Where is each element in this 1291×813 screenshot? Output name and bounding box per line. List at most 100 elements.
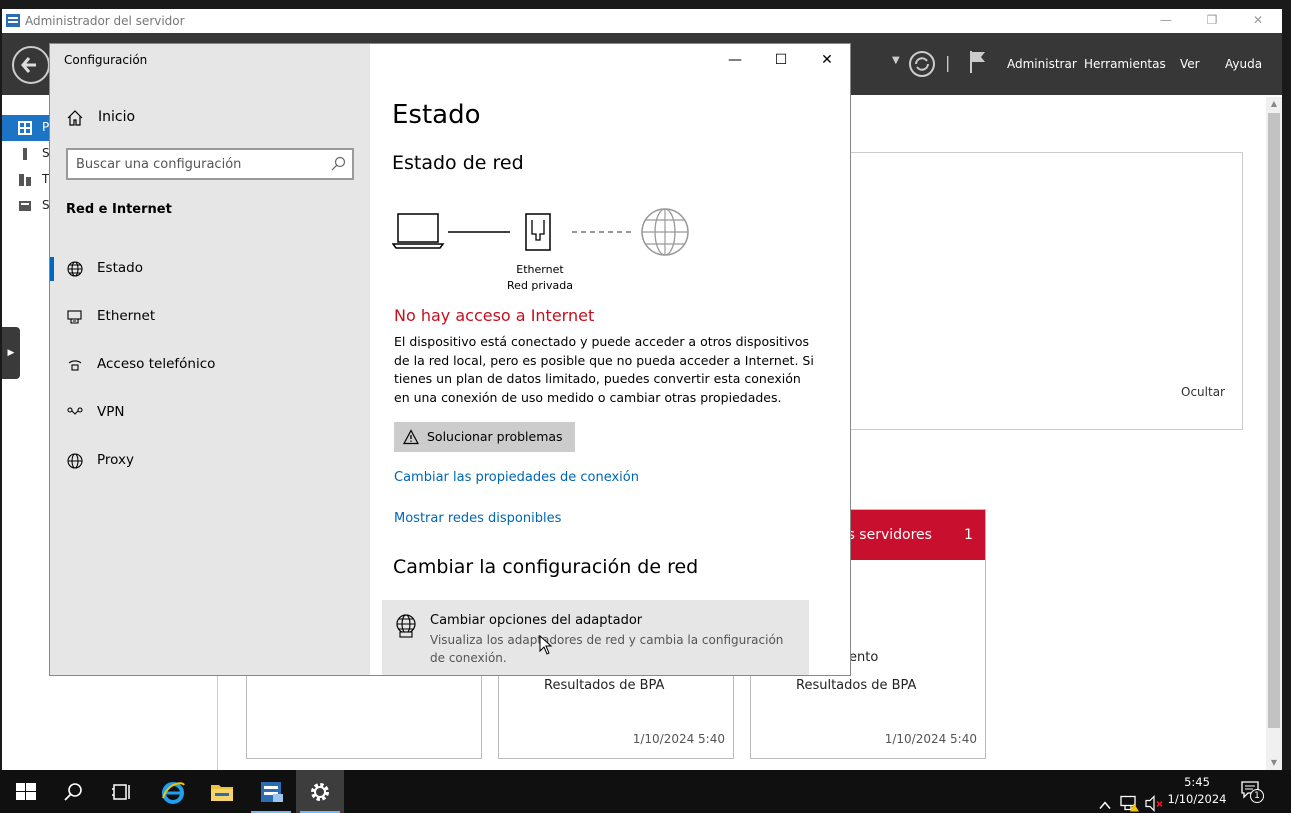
hide-link[interactable]: Ocultar: [1181, 385, 1225, 399]
network-diagram: Ethernet Red privada: [392, 206, 692, 292]
settings-window-title: Configuración: [64, 53, 148, 67]
search-icon[interactable]: [330, 156, 346, 172]
network-globe-icon: [396, 614, 416, 638]
clock-time: 5:45: [1184, 775, 1210, 789]
task-view-icon: [112, 784, 130, 800]
search-taskbar-button[interactable]: [50, 770, 98, 813]
globe-icon: [67, 261, 83, 277]
sm-minimize-button[interactable]: —: [1143, 9, 1189, 33]
dashboard-icon: [18, 121, 32, 135]
troubleshoot-button[interactable]: Solucionar problemas: [394, 422, 575, 452]
tile-bpa-results[interactable]: Resultados de BPA: [796, 678, 916, 693]
action-center-button[interactable]: 1: [1240, 780, 1266, 804]
clock-date: 1/10/2024: [1167, 792, 1227, 806]
settings-sidebar: Configuración Inicio Red e Internet Esta…: [50, 44, 370, 675]
vpn-icon: [67, 407, 83, 415]
network-type: Red privada: [507, 279, 573, 292]
server-manager-taskbar-button[interactable]: [247, 770, 295, 813]
laptop-icon: [392, 213, 445, 249]
start-button[interactable]: [2, 770, 50, 813]
separator: |: [945, 53, 951, 72]
change-connection-properties-link[interactable]: Cambiar las propiedades de conexión: [394, 470, 639, 485]
settings-minimize-button[interactable]: —: [712, 46, 758, 76]
warning-icon: [403, 429, 419, 445]
taskbar-clock[interactable]: 5:45 1/10/2024: [1160, 774, 1234, 808]
network-status-heading: Estado de red: [392, 152, 524, 174]
nav-label: Estado: [97, 260, 143, 276]
sm-close-button[interactable]: ✕: [1235, 9, 1281, 33]
task-view-button[interactable]: [98, 770, 146, 813]
change-adapter-options-item[interactable]: Cambiar opciones del adaptador Visualiza…: [382, 600, 809, 675]
notification-count-badge: 1: [1250, 789, 1264, 803]
nav-item-estado[interactable]: Estado: [50, 249, 370, 289]
menu-ayuda[interactable]: Ayuda: [1225, 57, 1262, 71]
search-settings-box[interactable]: [66, 148, 354, 180]
menu-ver[interactable]: Ver: [1180, 57, 1200, 71]
servers-icon: [19, 174, 31, 186]
sm-scrollbar[interactable]: ▲ ▼: [1266, 97, 1282, 770]
back-arrow-icon: [21, 57, 36, 73]
troubleshoot-label: Solucionar problemas: [427, 429, 563, 444]
nav-item-ethernet[interactable]: Ethernet: [50, 297, 370, 337]
page-title: Estado: [392, 100, 481, 130]
settings-window: Configuración Inicio Red e Internet Esta…: [49, 43, 851, 676]
menu-administrar[interactable]: Administrar: [1007, 57, 1077, 71]
windows-logo-icon: [16, 783, 36, 800]
nav-item-vpn[interactable]: VPN: [50, 393, 370, 433]
nav-label: VPN: [97, 404, 125, 420]
adapter-name: Ethernet: [516, 263, 564, 276]
server-icon: [23, 148, 27, 160]
menu-herramientas[interactable]: Herramientas: [1084, 57, 1166, 71]
selected-indicator: [50, 257, 54, 281]
tile-bpa-results[interactable]: Resultados de BPA: [544, 678, 664, 693]
taskbar: 5:45 1/10/2024 1: [0, 770, 1291, 813]
change-network-settings-heading: Cambiar la configuración de red: [393, 556, 699, 578]
adapter-card-title: Cambiar opciones del adaptador: [430, 613, 643, 628]
ethernet-icon: [525, 213, 551, 251]
section-label: Red e Internet: [66, 202, 172, 217]
no-internet-status: No hay acceso a Internet: [394, 306, 595, 325]
scroll-thumb[interactable]: [1268, 113, 1280, 728]
refresh-icon[interactable]: [908, 50, 936, 78]
adapter-card-description: Visualiza los adaptadores de red y cambi…: [430, 633, 784, 665]
nav-label: Acceso telefónico: [97, 356, 216, 372]
status-description: El dispositivo está conectado y puede ac…: [394, 334, 814, 405]
show-available-networks-link[interactable]: Mostrar redes disponibles: [394, 511, 561, 526]
file-explorer-button[interactable]: [197, 770, 245, 813]
sm-restore-button[interactable]: ❐: [1189, 9, 1235, 33]
internet-explorer-button[interactable]: [148, 770, 196, 813]
search-icon: [64, 783, 82, 801]
ethernet-icon: [67, 310, 82, 324]
nav-label: Proxy: [97, 452, 134, 468]
tile-text[interactable]: ento: [849, 650, 878, 665]
sm-titlebar: Administrador del servidor — ❐ ✕: [2, 9, 1282, 33]
dialup-icon: [68, 360, 82, 371]
globe-icon: [67, 453, 83, 469]
collapse-panel-tab[interactable]: ▶: [2, 327, 20, 379]
network-warning-icon[interactable]: [1120, 782, 1140, 813]
tile-timestamp: 1/10/2024 5:40: [632, 732, 725, 746]
settings-close-button[interactable]: ✕: [804, 46, 850, 76]
back-button[interactable]: [12, 46, 50, 84]
chevron-up-icon[interactable]: [1098, 784, 1112, 813]
folder-icon: [211, 785, 233, 801]
globe-icon: [641, 208, 689, 256]
home-icon: [67, 110, 83, 126]
nav-label: Ethernet: [97, 308, 156, 324]
tile-timestamp: 1/10/2024 5:40: [884, 732, 977, 746]
mouse-cursor-icon: [539, 635, 553, 655]
settings-maximize-button[interactable]: ☐: [758, 46, 804, 76]
scroll-down-arrow-icon[interactable]: ▼: [1266, 756, 1282, 770]
scroll-up-arrow-icon[interactable]: ▲: [1266, 97, 1282, 111]
nav-item-proxy[interactable]: Proxy: [50, 441, 370, 481]
server-manager-icon: [261, 782, 283, 802]
search-input[interactable]: [76, 155, 316, 173]
server-manager-app-icon: [6, 14, 20, 27]
dropdown-icon[interactable]: ▼: [892, 55, 900, 66]
settings-taskbar-button[interactable]: [296, 770, 344, 813]
nav-item-dialup[interactable]: Acceso telefónico: [50, 345, 370, 385]
gear-icon: [311, 783, 329, 801]
flag-icon[interactable]: [968, 49, 988, 75]
storage-icon: [19, 201, 31, 211]
internet-explorer-icon: [162, 782, 185, 804]
